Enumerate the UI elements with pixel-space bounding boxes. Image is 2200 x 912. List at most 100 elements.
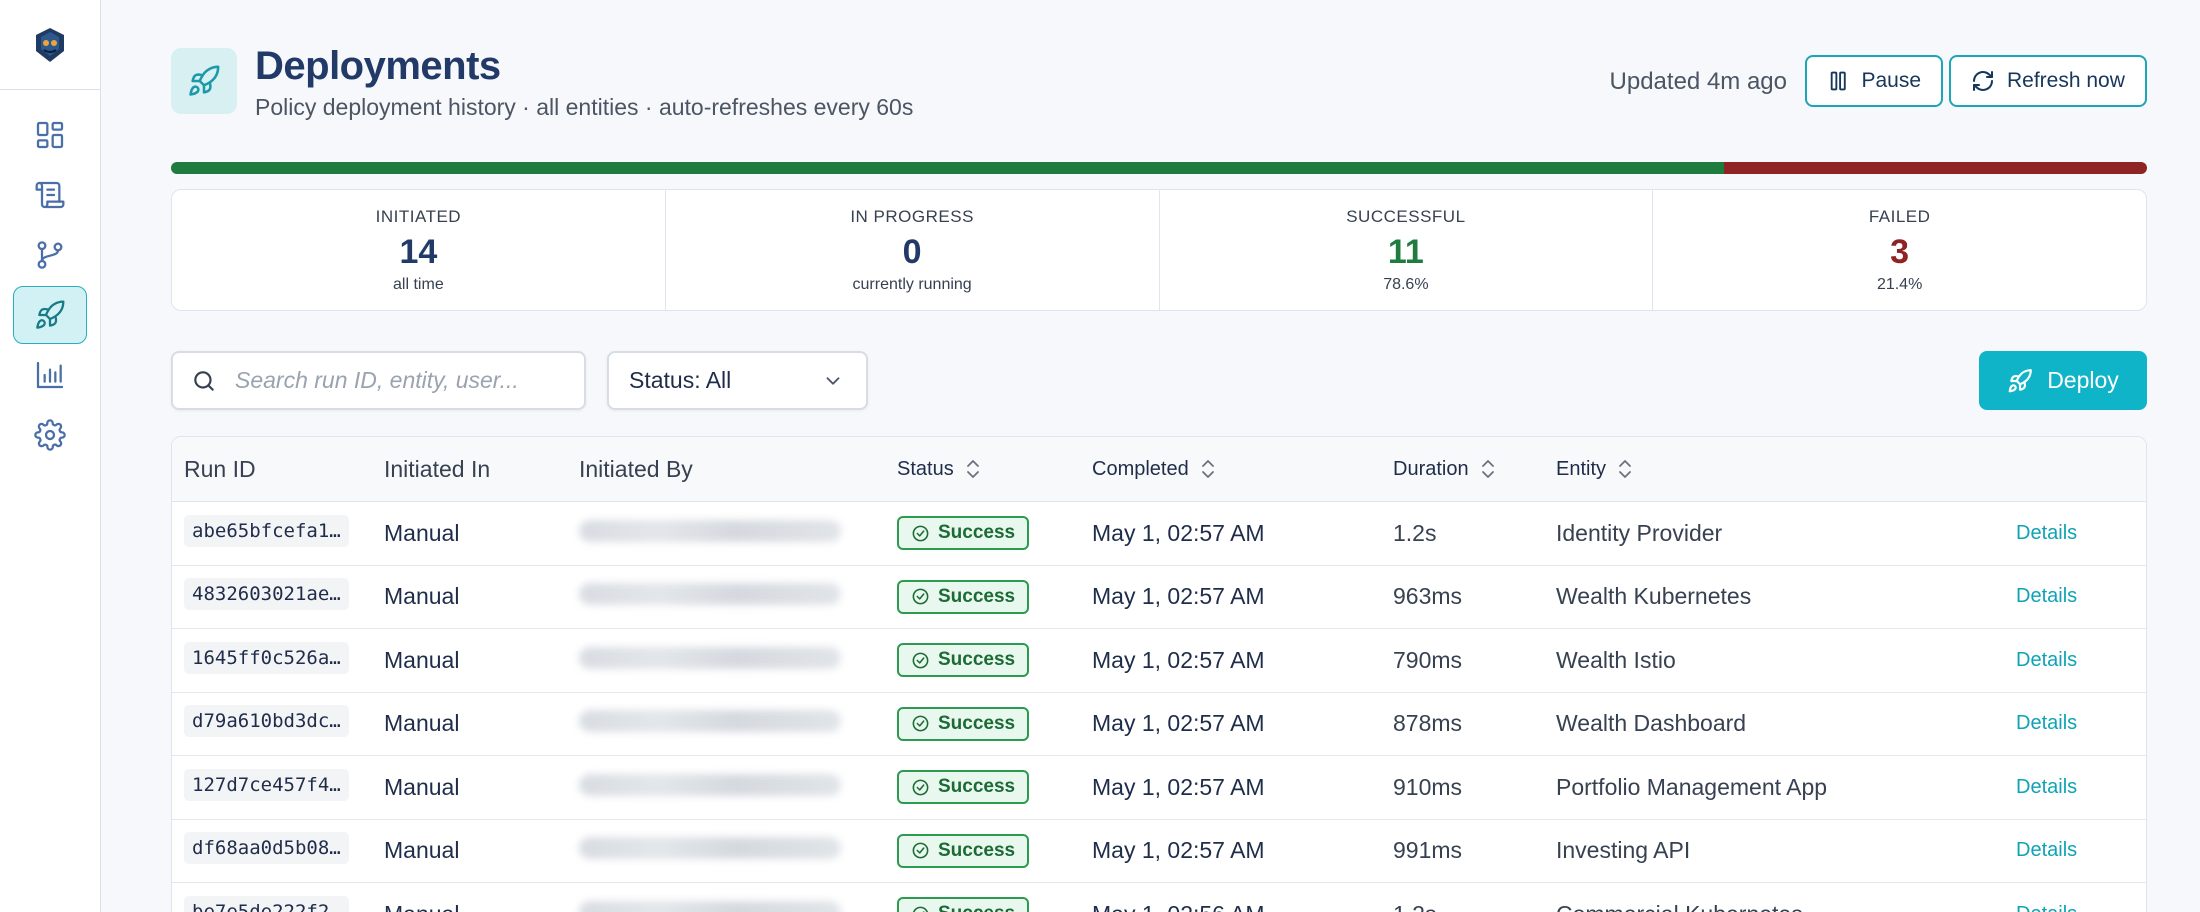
cell-actions: Details [2016,649,2146,672]
cell-initiated-in: Manual [384,710,460,737]
run-id[interactable]: be7e5de222f2… [184,895,349,912]
redacted-user [579,519,841,542]
gear-icon [34,419,66,451]
stat-subtext: 78.6% [1383,276,1429,293]
status-filter-dropdown[interactable]: Status: All [607,351,868,410]
table-row[interactable]: be7e5de222f2… Manual Success May 1, 02:56 A… [172,883,2146,912]
cell-duration: 1.2s [1393,519,1437,546]
stat-label: IN PROGRESS [850,207,974,226]
cell-initiated-by [579,837,897,864]
cell-status: Success [897,833,1092,868]
table-row[interactable]: df68aa0d5b08… Manual Success May 1, 02:57 A… [172,820,2146,883]
cell-completed: May 1, 02:57 AM [1092,837,1265,864]
scroll-icon [35,181,65,209]
sidebar-nav [0,90,100,466]
status-badge-label: Success [938,522,1016,544]
cell-initiated-by [579,646,897,674]
sort-icon [966,460,979,478]
status-badge: Success [897,516,1030,551]
details-link[interactable]: Details [2016,776,2077,798]
sidebar-item-analytics[interactable] [13,346,87,404]
run-id[interactable]: 1645ff0c526a… [184,641,349,674]
details-link[interactable]: Details [2016,903,2077,912]
deployments-table: Run ID Initiated In Initiated By Status … [171,436,2147,912]
details-link[interactable]: Details [2016,712,2077,734]
table-row[interactable]: 1645ff0c526a… Manual Success May 1, 02:57 A… [172,629,2146,693]
cell-initiated-by [579,583,897,610]
cell-initiated-by [579,710,897,737]
run-id[interactable]: abe65bfcefa1… [184,514,349,547]
sidebar-item-settings[interactable] [13,406,87,464]
cell-status: Success [897,516,1092,551]
details-link[interactable]: Details [2016,839,2077,861]
dashboard-icon [36,121,64,149]
rocket-icon [2008,368,2033,392]
status-filter-value: Status: All [629,367,732,393]
column-header-status[interactable]: Status [897,458,1092,481]
run-id[interactable]: 4832603021ae… [184,578,349,611]
redacted-user [579,583,841,606]
refresh-now-button[interactable]: Refresh now [1949,55,2147,107]
table-row[interactable]: 127d7ce457f4… Manual Success May 1, 02:57 A… [172,756,2146,820]
redacted-user [579,646,841,669]
status-badge-label: Success [938,903,1015,912]
search-input[interactable] [235,367,565,394]
pause-button[interactable]: Pause [1805,55,1943,107]
column-header-initiated-in: Initiated In [384,456,579,483]
cell-status: Success [897,897,1092,912]
progress-success-segment [171,162,1725,174]
search-box[interactable] [171,351,586,410]
run-id[interactable]: 127d7ce457f4… [184,768,349,801]
cell-initiated-by [579,519,897,547]
column-header-initiated-by: Initiated By [579,456,897,483]
stat-value: 3 [1890,233,1910,271]
table-row[interactable]: abe65bfcefa1… Manual Success May 1, 02:57 A… [172,502,2146,566]
run-id[interactable]: df68aa0d5b08… [184,832,349,865]
deployment-progress-bar [171,162,2147,174]
stat-failed: FAILED 3 21.4% [1653,190,2146,310]
details-link[interactable]: Details [2016,649,2077,671]
cell-completed: May 1, 02:57 AM [1092,646,1265,673]
stat-subtext: currently running [852,276,972,293]
column-header-label: Entity [1556,457,1607,480]
cell-entity: Wealth Istio [1556,646,1676,673]
details-link[interactable]: Details [2016,585,2077,607]
page-title-icon-box [171,48,237,114]
cell-completed: May 1, 02:57 AM [1092,773,1265,800]
cell-actions: Details [2016,903,2146,912]
column-header-duration[interactable]: Duration [1393,458,1556,481]
sidebar-item-policies[interactable] [13,166,87,224]
table-row[interactable]: d79a610bd3dc… Manual Success May 1, 02:57 A… [172,693,2146,756]
cell-duration: 790ms [1393,646,1463,673]
column-header-label: Status [897,457,954,480]
cell-completed: May 1, 02:57 AM [1092,519,1265,546]
cell-actions: Details [2016,776,2146,799]
stats-panel: INITIATED 14 all time IN PROGRESS 0 curr… [171,189,2147,311]
table-row[interactable]: 4832603021ae… Manual Success May 1, 02:57 A… [172,566,2146,629]
run-id[interactable]: d79a610bd3dc… [184,705,349,738]
pause-button-label: Pause [1861,69,1921,92]
details-link[interactable]: Details [2016,522,2077,544]
cell-entity: Wealth Dashboard [1556,710,1747,737]
app-logo-icon[interactable] [30,25,70,65]
sidebar-item-dashboard[interactable] [13,106,87,164]
sort-icon [1201,460,1214,478]
cell-run-id: 4832603021ae… [172,578,384,615]
sidebar-item-deployments[interactable] [13,286,87,344]
cell-completed: May 1, 02:56 AM [1092,901,1393,912]
stat-value: 14 [399,233,438,271]
column-header-completed[interactable]: Completed [1092,458,1393,481]
cell-run-id: be7e5de222f2… [172,895,384,912]
cell-entity: Identity Provider [1556,519,1723,546]
chevron-down-icon [826,376,840,385]
table-body: abe65bfcefa1… Manual Success May 1, 02:57 A… [172,502,2146,912]
column-header-entity[interactable]: Entity [1556,458,2016,481]
cell-initiated-in: Manual [384,773,460,800]
refresh-button-label: Refresh now [2007,69,2125,92]
sidebar-item-workflows[interactable] [13,226,87,284]
check-circle-icon [912,588,929,605]
cell-initiated-by [579,773,897,801]
deploy-button[interactable]: Deploy [1979,351,2147,410]
stat-value: 11 [1387,233,1424,271]
page-subtitle: Policy deployment history · all entities… [255,94,914,120]
